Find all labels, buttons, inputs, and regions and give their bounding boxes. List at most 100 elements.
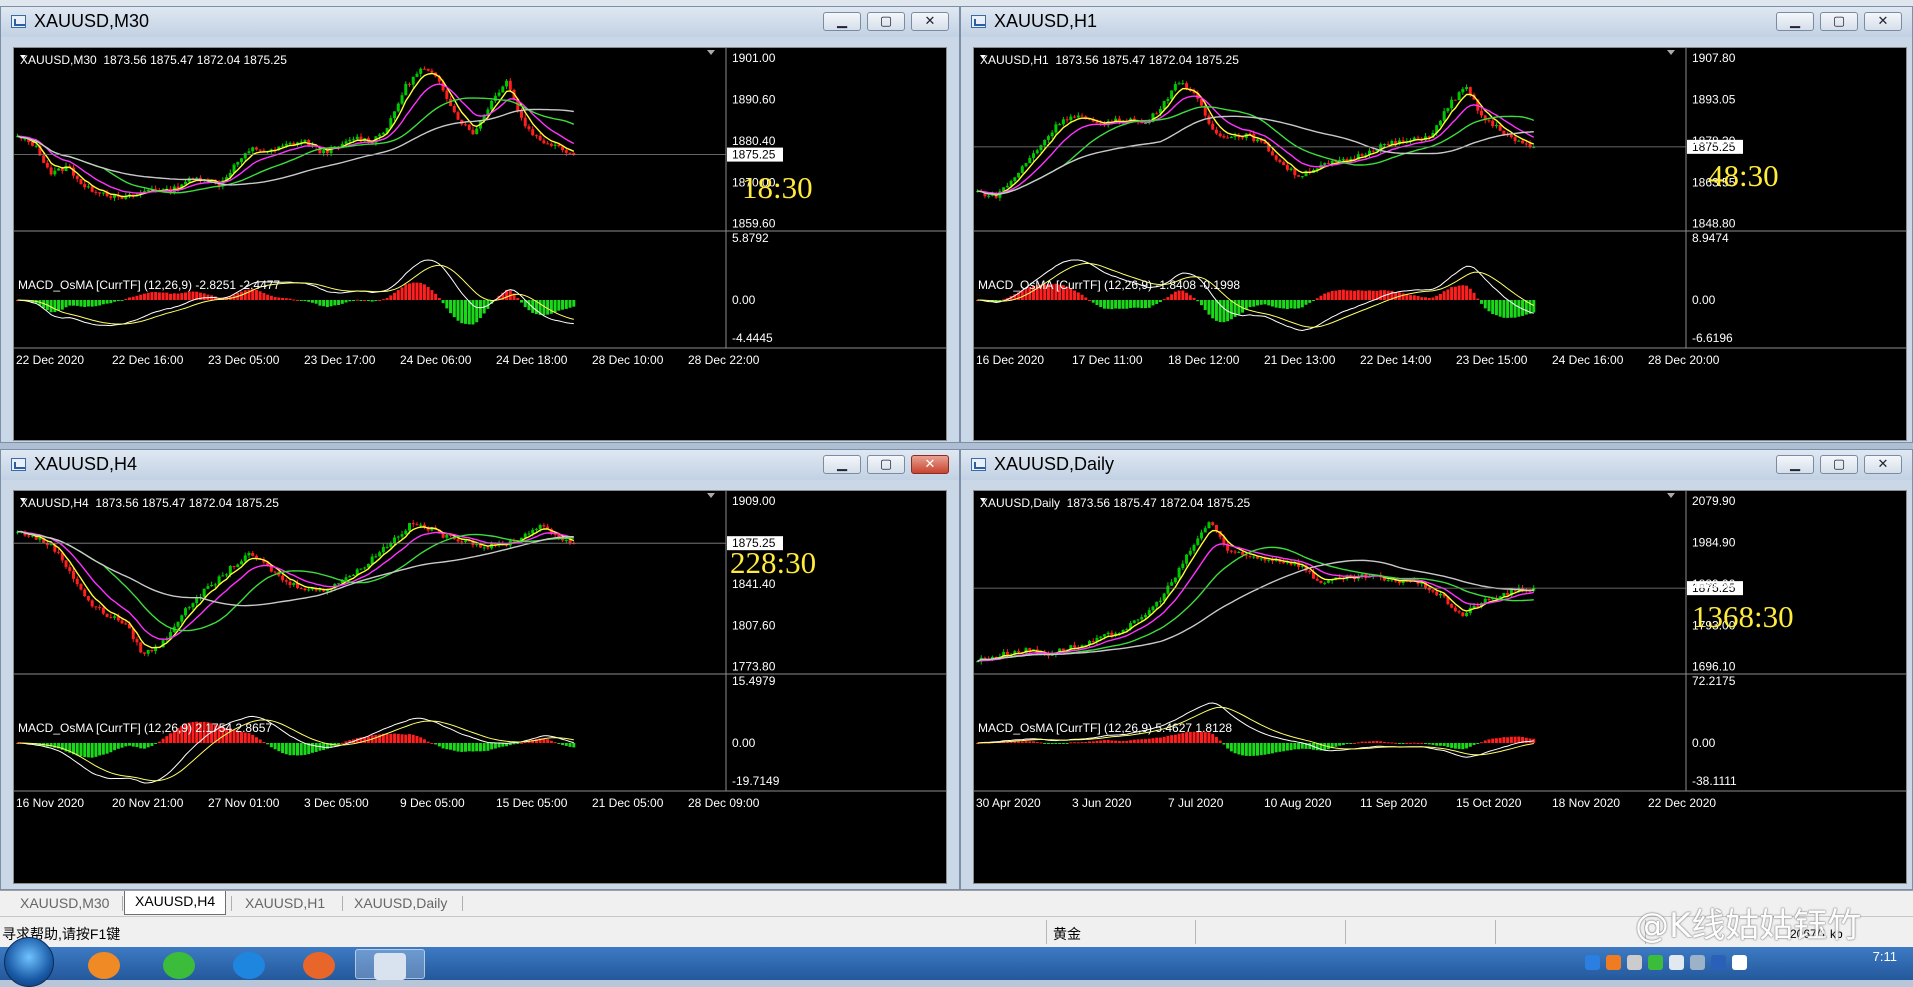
minimize-button[interactable]: ▁ <box>823 12 861 31</box>
macd-line <box>17 259 574 327</box>
tab-xauusd-daily[interactable]: XAUUSD,Daily <box>344 893 457 914</box>
taskbar-app-pen[interactable] <box>215 949 285 979</box>
tab-xauusd-h1[interactable]: XAUUSD,H1 <box>235 893 335 914</box>
osma-bar <box>1390 742 1394 744</box>
osma-bar <box>1405 294 1409 300</box>
minimize-button[interactable]: ▁ <box>1776 12 1814 31</box>
candle-body <box>415 524 419 526</box>
taskbar-app-wechat[interactable] <box>145 949 215 979</box>
candle-body <box>284 143 288 146</box>
status-separator <box>1345 920 1346 944</box>
chart-window-h1[interactable]: XAUUSD,H1 ▁ ▢ ✕ 1875.25 1907.80 1893.05 187… <box>960 6 1913 443</box>
price-tick-label: 1859.60 <box>732 217 776 231</box>
maximize-button[interactable]: ▢ <box>867 455 905 474</box>
osma-bar <box>98 743 102 756</box>
chart-window-h4[interactable]: XAUUSD,H4 ▁ ▢ ✕ 1875.25 1909.00 1841.40 180… <box>0 449 960 890</box>
osma-bar <box>292 743 296 756</box>
close-button[interactable]: ✕ <box>1864 455 1902 474</box>
osma-bar <box>419 282 423 300</box>
osma-bar <box>191 291 195 300</box>
taskbar-app-terminal[interactable] <box>355 949 425 980</box>
candle-body <box>206 586 210 589</box>
osma-bar <box>1222 743 1226 745</box>
candle-body <box>1289 168 1293 170</box>
osma-bar <box>419 737 423 743</box>
time-axis-label: 22 Dec 16:00 <box>112 353 184 367</box>
chart-canvas[interactable]: 1875.25 1909.00 1841.40 1807.60 1773.80 15.49… <box>13 490 947 884</box>
osma-bar <box>568 743 572 747</box>
osma-bar <box>1323 743 1327 751</box>
tab-xauusd-h4[interactable]: XAUUSD,H4 <box>124 891 227 915</box>
osma-bar <box>1136 300 1140 308</box>
candle-body <box>1319 580 1323 583</box>
clock[interactable]: 7:11 <box>1873 949 1897 964</box>
window-titlebar[interactable]: XAUUSD,H1 ▁ ▢ ✕ <box>961 7 1912 37</box>
osma-bar <box>310 743 314 753</box>
osma-bar <box>1521 300 1525 316</box>
osma-bar <box>1252 300 1256 307</box>
osma-bar <box>1394 292 1398 300</box>
price-tick-label: 1909.00 <box>732 494 776 508</box>
candle-body <box>370 556 374 564</box>
tray-icon[interactable] <box>1669 955 1684 970</box>
window-titlebar[interactable]: XAUUSD,H4 ▁ ▢ ✕ <box>1 450 959 480</box>
tray-icon[interactable] <box>1627 955 1642 970</box>
candle-body <box>1323 163 1327 165</box>
chart-canvas[interactable]: 1875.25 1901.00 1890.60 1880.40 1870.00 1859.… <box>13 47 947 441</box>
close-button[interactable]: ✕ <box>1864 12 1902 31</box>
tray-icon[interactable] <box>1606 955 1621 970</box>
osma-bar <box>288 298 292 300</box>
candle-body <box>258 149 262 151</box>
window-titlebar[interactable]: XAUUSD,Daily ▁ ▢ ✕ <box>961 450 1912 480</box>
osma-bar <box>1409 742 1413 744</box>
osma-bar <box>303 743 307 755</box>
osma-bar <box>1487 300 1491 312</box>
candle-body <box>1080 115 1084 117</box>
tray-icon[interactable] <box>1690 955 1705 970</box>
candle-body <box>322 150 326 154</box>
candle-body <box>564 539 568 541</box>
osma-bar <box>1274 743 1278 753</box>
close-button[interactable]: ✕ <box>911 455 949 474</box>
osma-bar <box>169 293 173 300</box>
maximize-button[interactable]: ▢ <box>867 12 905 31</box>
signal-icon[interactable] <box>1732 955 1747 970</box>
chart-canvas[interactable]: 1875.25 2079.90 1984.90 1889.90 1793.00 1696.… <box>973 490 1907 884</box>
tab-xauusd-m30[interactable]: XAUUSD,M30 <box>10 893 119 914</box>
chart-canvas[interactable]: 1875.25 1907.80 1893.05 1878.30 1863.55 1848.… <box>973 47 1907 441</box>
taskbar-app-firefox[interactable] <box>285 949 355 979</box>
window-titlebar[interactable]: XAUUSD,M30 ▁ ▢ ✕ <box>1 7 959 37</box>
candle-body <box>53 170 57 175</box>
tray-icon[interactable] <box>1585 955 1600 970</box>
tray-icon[interactable] <box>1648 955 1663 970</box>
candle-body <box>57 551 61 553</box>
time-axis-label: 16 Nov 2020 <box>16 796 84 810</box>
osma-bar <box>366 300 370 301</box>
candle-body <box>1050 132 1054 137</box>
window-title: XAUUSD,H1 <box>994 11 1098 31</box>
candle-body <box>344 577 348 581</box>
taskbar-app-orange[interactable] <box>70 949 140 979</box>
osma-bar <box>456 300 460 321</box>
watermark: @K线姑姑钰竹 <box>1635 906 1862 946</box>
osma-bar <box>1084 742 1088 744</box>
osma-bar <box>1424 297 1427 300</box>
chart-window-daily[interactable]: XAUUSD,Daily ▁ ▢ ✕ 1875.25 2079.90 1984.90… <box>960 449 1913 890</box>
candle-body <box>422 68 426 70</box>
candle-body <box>426 68 430 71</box>
chart-window-m30[interactable]: XAUUSD,M30 ▁ ▢ ✕ 1875.25 1901.00 1890.60 18… <box>0 6 960 443</box>
tray-icon[interactable] <box>1711 955 1726 970</box>
macd-tick-label: 0.00 <box>732 293 756 307</box>
maximize-button[interactable]: ▢ <box>1820 12 1858 31</box>
osma-bar <box>452 300 456 318</box>
osma-bar <box>72 300 75 306</box>
candle-body <box>1106 632 1110 635</box>
osma-bar <box>1453 743 1457 749</box>
osma-bar <box>1203 300 1207 310</box>
osma-bar <box>329 300 333 307</box>
close-button[interactable]: ✕ <box>911 12 949 31</box>
candle-body <box>191 603 195 608</box>
minimize-button[interactable]: ▁ <box>823 455 861 474</box>
maximize-button[interactable]: ▢ <box>1820 455 1858 474</box>
minimize-button[interactable]: ▁ <box>1776 455 1814 474</box>
